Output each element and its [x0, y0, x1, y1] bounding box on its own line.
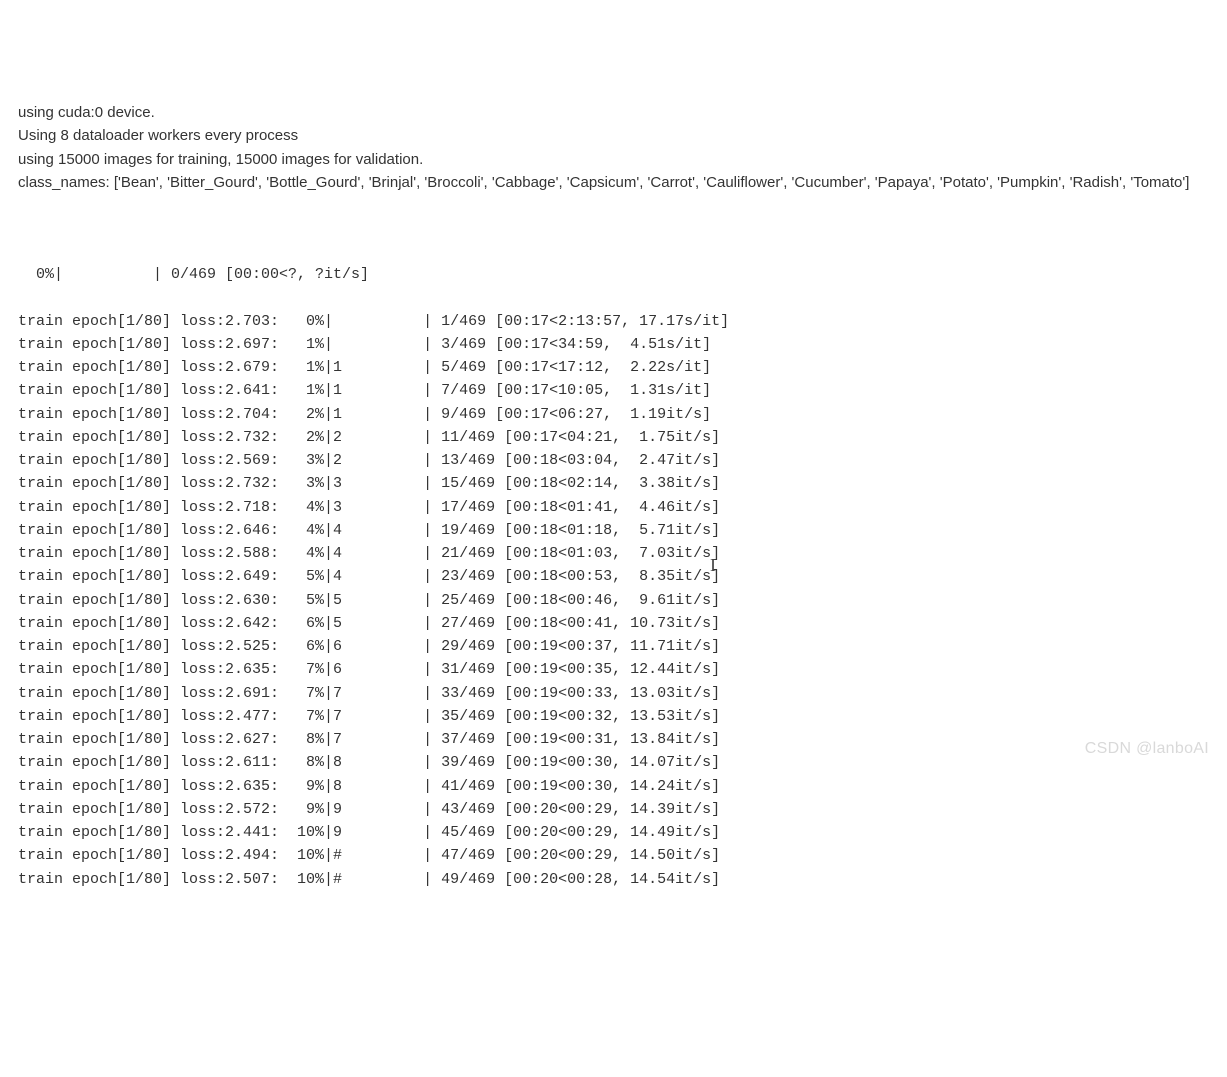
training-log-row: train epoch[1/80] loss:2.704: 2%|1 | 9/4…	[18, 403, 1209, 426]
dataset-line: using 15000 images for training, 15000 i…	[18, 148, 1209, 171]
training-log-row: train epoch[1/80] loss:2.627: 8%|7 | 37/…	[18, 728, 1209, 751]
class-names-line: class_names: ['Bean', 'Bitter_Gourd', 'B…	[18, 171, 1209, 194]
training-log: train epoch[1/80] loss:2.703: 0%| | 1/46…	[18, 310, 1209, 891]
training-log-row: train epoch[1/80] loss:2.569: 3%|2 | 13/…	[18, 449, 1209, 472]
training-log-row: train epoch[1/80] loss:2.507: 10%|# | 49…	[18, 868, 1209, 891]
training-log-row: train epoch[1/80] loss:2.646: 4%|4 | 19/…	[18, 519, 1209, 542]
training-log-row: train epoch[1/80] loss:2.588: 4%|4 | 21/…	[18, 542, 1209, 565]
training-log-row: train epoch[1/80] loss:2.649: 5%|4 | 23/…	[18, 565, 1209, 588]
watermark-text: CSDN @lanboAI	[1085, 737, 1209, 762]
training-log-row: train epoch[1/80] loss:2.635: 9%|8 | 41/…	[18, 775, 1209, 798]
training-log-row: train epoch[1/80] loss:2.732: 3%|3 | 15/…	[18, 472, 1209, 495]
header-block: using cuda:0 device. Using 8 dataloader …	[18, 101, 1209, 194]
training-log-row: train epoch[1/80] loss:2.732: 2%|2 | 11/…	[18, 426, 1209, 449]
training-log-row: train epoch[1/80] loss:2.477: 7%|7 | 35/…	[18, 705, 1209, 728]
blank-line	[18, 217, 1209, 240]
training-log-row: train epoch[1/80] loss:2.611: 8%|8 | 39/…	[18, 751, 1209, 774]
training-log-row: train epoch[1/80] loss:2.635: 7%|6 | 31/…	[18, 658, 1209, 681]
training-log-row: train epoch[1/80] loss:2.679: 1%|1 | 5/4…	[18, 356, 1209, 379]
initial-progress-line: 0%| | 0/469 [00:00<?, ?it/s]	[18, 263, 1209, 286]
training-log-row: train epoch[1/80] loss:2.718: 4%|3 | 17/…	[18, 496, 1209, 519]
training-log-row: train epoch[1/80] loss:2.641: 1%|1 | 7/4…	[18, 379, 1209, 402]
device-line: using cuda:0 device.	[18, 101, 1209, 124]
training-log-row: train epoch[1/80] loss:2.525: 6%|6 | 29/…	[18, 635, 1209, 658]
workers-line: Using 8 dataloader workers every process	[18, 124, 1209, 147]
training-log-row: train epoch[1/80] loss:2.441: 10%|9 | 45…	[18, 821, 1209, 844]
training-log-row: train epoch[1/80] loss:2.691: 7%|7 | 33/…	[18, 682, 1209, 705]
training-log-row: train epoch[1/80] loss:2.642: 6%|5 | 27/…	[18, 612, 1209, 635]
text-cursor-icon: I	[710, 552, 716, 580]
training-log-row: train epoch[1/80] loss:2.572: 9%|9 | 43/…	[18, 798, 1209, 821]
training-log-row: train epoch[1/80] loss:2.703: 0%| | 1/46…	[18, 310, 1209, 333]
training-log-row: train epoch[1/80] loss:2.697: 1%| | 3/46…	[18, 333, 1209, 356]
training-log-row: train epoch[1/80] loss:2.630: 5%|5 | 25/…	[18, 589, 1209, 612]
training-log-row: train epoch[1/80] loss:2.494: 10%|# | 47…	[18, 844, 1209, 867]
